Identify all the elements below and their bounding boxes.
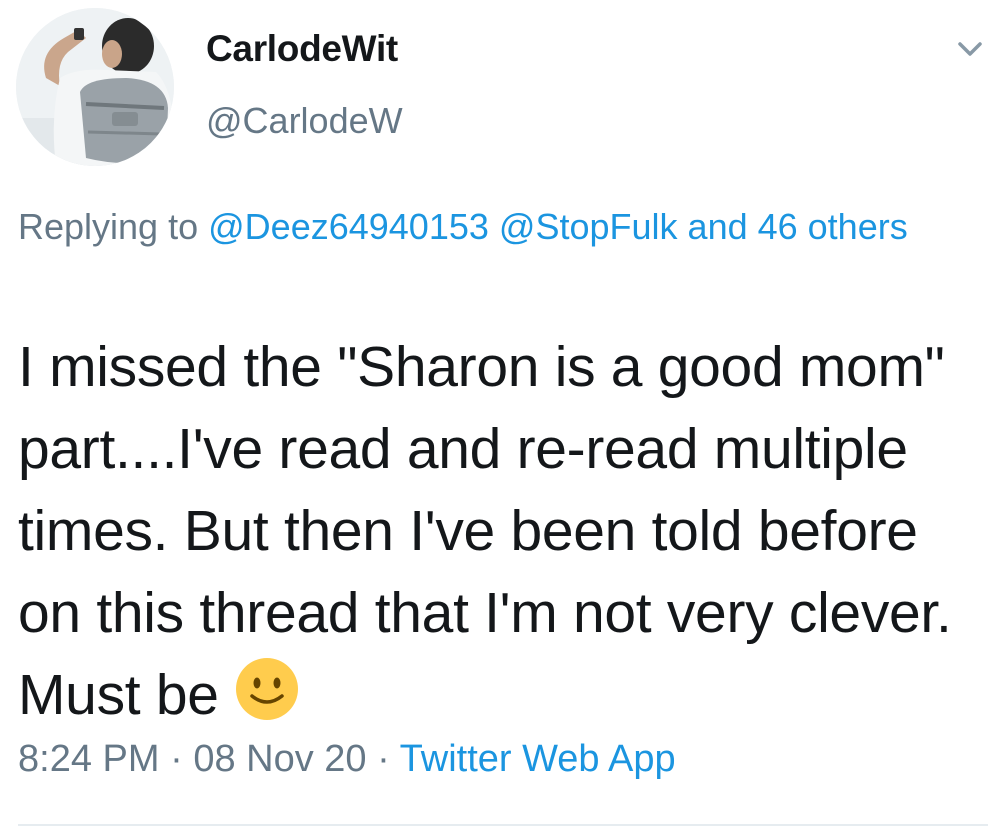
avatar-photo-icon [16,8,174,166]
mention-link-deez[interactable]: @Deez64940153 [208,206,489,247]
others-link[interactable]: and 46 others [688,206,908,247]
replying-to-label: Replying to [18,206,199,247]
user-handle[interactable]: @CarlodeW [206,100,403,142]
tweet-text: I missed the "Sharon is a good mom" part… [18,335,952,727]
tweet-card: CarlodeWit @CarlodeW Replying to @Deez64… [0,0,1006,836]
meta-separator: · [170,738,183,780]
chevron-down-icon [958,42,982,56]
meta-separator-2: · [377,738,390,780]
source-link[interactable]: Twitter Web App [400,738,676,780]
user-avatar[interactable] [16,8,174,166]
tweet-date[interactable]: 08 Nov 20 [193,738,366,780]
tweet-time[interactable]: 8:24 PM [18,738,160,780]
tweet-meta: 8:24 PM · 08 Nov 20 · Twitter Web App [18,738,676,781]
tweet-body: I missed the "Sharon is a good mom" part… [18,326,993,736]
more-options-button[interactable] [948,30,992,70]
replying-to-line: Replying to @Deez64940153 @StopFulk and … [18,198,978,256]
display-name[interactable]: CarlodeWit [206,28,398,70]
slightly-smiling-face-icon [236,658,299,720]
mention-link-stopfulk[interactable]: @StopFulk [499,206,678,247]
divider [18,824,988,826]
